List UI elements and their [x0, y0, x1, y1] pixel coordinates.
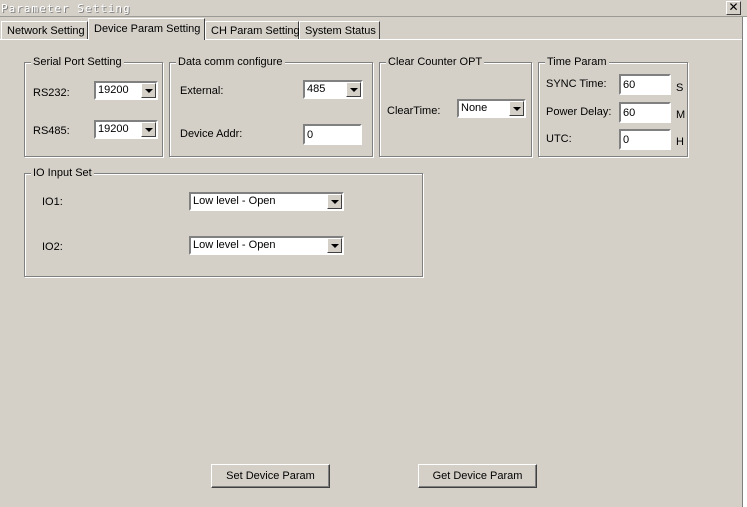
- io2-label: IO2:: [42, 241, 63, 253]
- data-comm-group: Data comm configure External: 485 Device…: [169, 56, 373, 157]
- device-addr-label: Device Addr:: [180, 128, 243, 140]
- rs232-label: RS232:: [33, 87, 70, 99]
- sync-time-field[interactable]: [621, 76, 669, 93]
- clear-counter-group: Clear Counter OPT ClearTime: None: [379, 56, 532, 157]
- clear-time-select[interactable]: None: [457, 99, 526, 118]
- io2-select[interactable]: Low level - Open: [189, 236, 344, 255]
- external-select[interactable]: 485: [303, 80, 363, 99]
- chevron-down-icon[interactable]: [327, 238, 342, 253]
- tab-network-setting[interactable]: Network Setting: [1, 21, 88, 40]
- external-label: External:: [180, 85, 224, 97]
- power-unit: M: [676, 109, 686, 121]
- set-device-param-button[interactable]: Set Device Param: [211, 464, 330, 488]
- utc-unit: H: [676, 136, 684, 148]
- rs232-select[interactable]: 19200: [94, 81, 158, 100]
- power-delay-field[interactable]: [621, 104, 669, 121]
- chevron-down-icon[interactable]: [141, 83, 156, 98]
- io1-select[interactable]: Low level - Open: [189, 192, 344, 211]
- chevron-down-icon[interactable]: [509, 101, 524, 116]
- clear-time-label: ClearTime:: [387, 105, 441, 117]
- utc-label: UTC:: [546, 133, 572, 145]
- utc-input[interactable]: [619, 129, 671, 150]
- time-param-group: Time Param SYNC Time: S Power Delay: M U…: [538, 56, 688, 157]
- close-button[interactable]: ✕: [726, 1, 741, 15]
- chevron-down-icon[interactable]: [327, 194, 342, 209]
- time-param-title: Time Param: [545, 56, 609, 68]
- rs485-label: RS485:: [33, 125, 70, 137]
- serial-port-title: Serial Port Setting: [31, 56, 124, 68]
- chevron-down-icon[interactable]: [141, 122, 156, 137]
- power-delay-input[interactable]: [619, 102, 671, 123]
- window-title: Parameter Setting: [1, 2, 131, 15]
- get-device-param-button[interactable]: Get Device Param: [418, 464, 537, 488]
- io-input-group: IO Input Set IO1: Low level - Open IO2: …: [24, 167, 423, 277]
- tab-device-param-setting[interactable]: Device Param Setting: [88, 18, 205, 40]
- window-edge: [742, 17, 747, 507]
- data-comm-title: Data comm configure: [176, 56, 285, 68]
- rs485-select[interactable]: 19200: [94, 120, 158, 139]
- utc-field[interactable]: [621, 131, 669, 148]
- sync-time-input[interactable]: [619, 74, 671, 95]
- tab-system-status[interactable]: System Status: [299, 21, 380, 40]
- power-delay-label: Power Delay:: [546, 106, 612, 118]
- chevron-down-icon[interactable]: [346, 82, 361, 97]
- close-icon: ✕: [728, 0, 739, 14]
- sync-time-label: SYNC Time:: [546, 78, 607, 90]
- tab-ch-param-setting[interactable]: CH Param Setting: [205, 21, 300, 40]
- sync-unit: S: [676, 82, 684, 94]
- device-addr-field[interactable]: [305, 126, 360, 143]
- io-input-title: IO Input Set: [31, 167, 94, 179]
- clear-counter-title: Clear Counter OPT: [386, 56, 485, 68]
- title-bar: Parameter Setting ✕: [0, 0, 747, 17]
- device-addr-input[interactable]: [303, 124, 362, 145]
- serial-port-group: Serial Port Setting RS232: 19200 RS485: …: [24, 56, 163, 157]
- io1-label: IO1:: [42, 196, 63, 208]
